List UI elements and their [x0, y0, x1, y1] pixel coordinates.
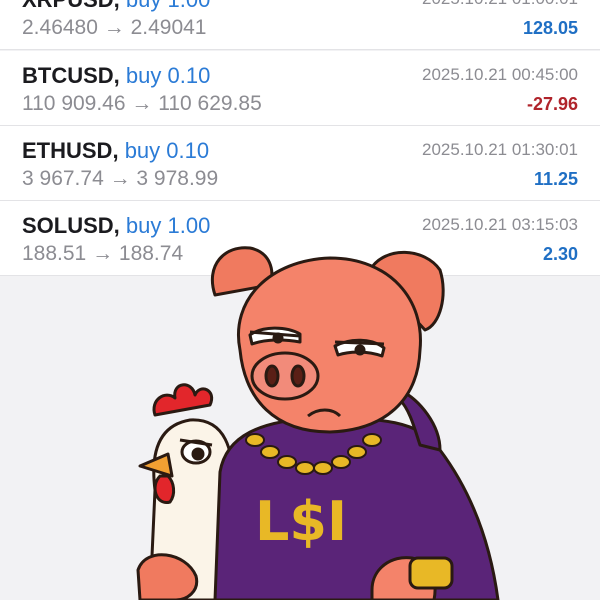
trade-symbol: SOLUSD, buy 1.00	[22, 213, 210, 239]
trade-action: buy 0.10	[125, 63, 211, 88]
trade-time: 2025.10.21 00:45:00	[422, 65, 578, 84]
trade-prices: 3 967.74 → 3 978.99	[22, 167, 219, 190]
trade-symbol: BTCUSD, buy 0.10	[22, 63, 210, 89]
trade-profit: 128.05	[522, 18, 578, 38]
trade-time: 2025.10.21 01:00:01	[422, 0, 578, 9]
symbol-label: BTCUSD,	[22, 63, 120, 88]
symbol-label: ETHUSD,	[22, 138, 119, 163]
symbol-label: SOLUSD,	[22, 213, 120, 238]
trade-profit: -27.96	[526, 94, 578, 114]
trade-time: 2025.10.21 03:15:03	[422, 215, 578, 234]
trade-row-ethusd[interactable]: ETHUSD, buy 0.10 3 967.74 → 3 978.99 202…	[0, 126, 600, 201]
trade-symbol: ETHUSD, buy 0.10	[22, 138, 209, 164]
trade-action: buy 1.00	[126, 0, 210, 12]
trade-prices: 110 909.46 → 110 629.85	[22, 92, 262, 115]
trade-symbol: XRPUSD, buy 1.00	[22, 0, 210, 13]
trade-action: buy 1.00	[125, 213, 211, 238]
trade-prices: 2.46480 → 2.49041	[22, 16, 207, 39]
hoodie-logo: L$I	[255, 490, 347, 553]
pig-and-rooster-illustration: L$I	[136, 246, 500, 600]
trade-row-xrpusd[interactable]: XRPUSD, buy 1.00 2.46480 → 2.49041 2025.…	[0, 0, 600, 50]
trade-time: 2025.10.21 01:30:01	[422, 140, 578, 159]
trade-row-btcusd[interactable]: BTCUSD, buy 0.10 110 909.46 → 110 629.85…	[0, 51, 600, 126]
symbol-label: XRPUSD,	[22, 0, 120, 12]
trade-profit: 11.25	[533, 169, 578, 189]
trade-action: buy 0.10	[124, 138, 210, 163]
